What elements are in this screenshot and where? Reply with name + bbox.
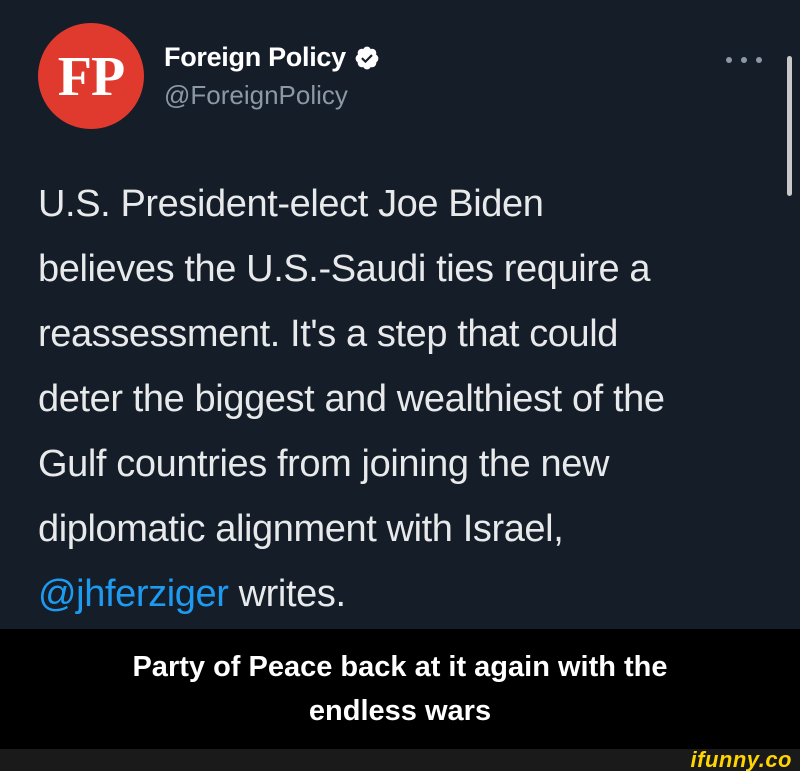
tweet-text-line: believes the U.S.-Saudi ties require a bbox=[38, 248, 651, 290]
more-options-icon[interactable] bbox=[726, 52, 762, 68]
verified-badge-icon bbox=[355, 46, 379, 69]
tweet-text-line: U.S. President-elect Joe Biden bbox=[38, 183, 544, 225]
tweet-text-line: deter the biggest and wealthiest of the bbox=[38, 378, 665, 420]
more-dot bbox=[726, 57, 732, 63]
mention-link[interactable]: @jhferziger bbox=[38, 573, 229, 615]
caption-line: Party of Peace back at it again with the bbox=[132, 651, 668, 683]
more-dot bbox=[756, 57, 762, 63]
avatar[interactable]: FP bbox=[38, 23, 144, 129]
tweet-text-line: @jhferziger writes. bbox=[38, 562, 778, 627]
author-name-row: Foreign Policy bbox=[164, 42, 380, 73]
caption-line: endless wars bbox=[308, 695, 492, 727]
meme-caption: Party of Peace back at it again with the… bbox=[0, 629, 800, 749]
tweet-card: FP Foreign Policy @ForeignPolicy U.S. Pr… bbox=[0, 0, 800, 629]
meme-image: FP Foreign Policy @ForeignPolicy U.S. Pr… bbox=[0, 0, 800, 771]
avatar-logo-text: FP bbox=[57, 46, 125, 108]
author-display-name[interactable]: Foreign Policy bbox=[164, 42, 346, 73]
footer-bar bbox=[0, 749, 800, 771]
tweet-text-line: reassessment. It's a step that could bbox=[38, 313, 619, 355]
tweet-text: U.S. President-elect Joe Biden believes … bbox=[38, 172, 778, 627]
more-dot bbox=[741, 57, 747, 63]
caption-text: Party of Peace back at it again with the… bbox=[50, 645, 750, 733]
author-handle[interactable]: @ForeignPolicy bbox=[164, 80, 348, 111]
tweet-text-line: Gulf countries from joining the new bbox=[38, 443, 610, 485]
ifunny-watermark: ifunny.co bbox=[690, 747, 792, 771]
tweet-text-line: diplomatic alignment with Israel, bbox=[38, 508, 564, 550]
tweet-text-end: writes. bbox=[228, 573, 346, 615]
scrollbar-thumb[interactable] bbox=[787, 56, 792, 196]
